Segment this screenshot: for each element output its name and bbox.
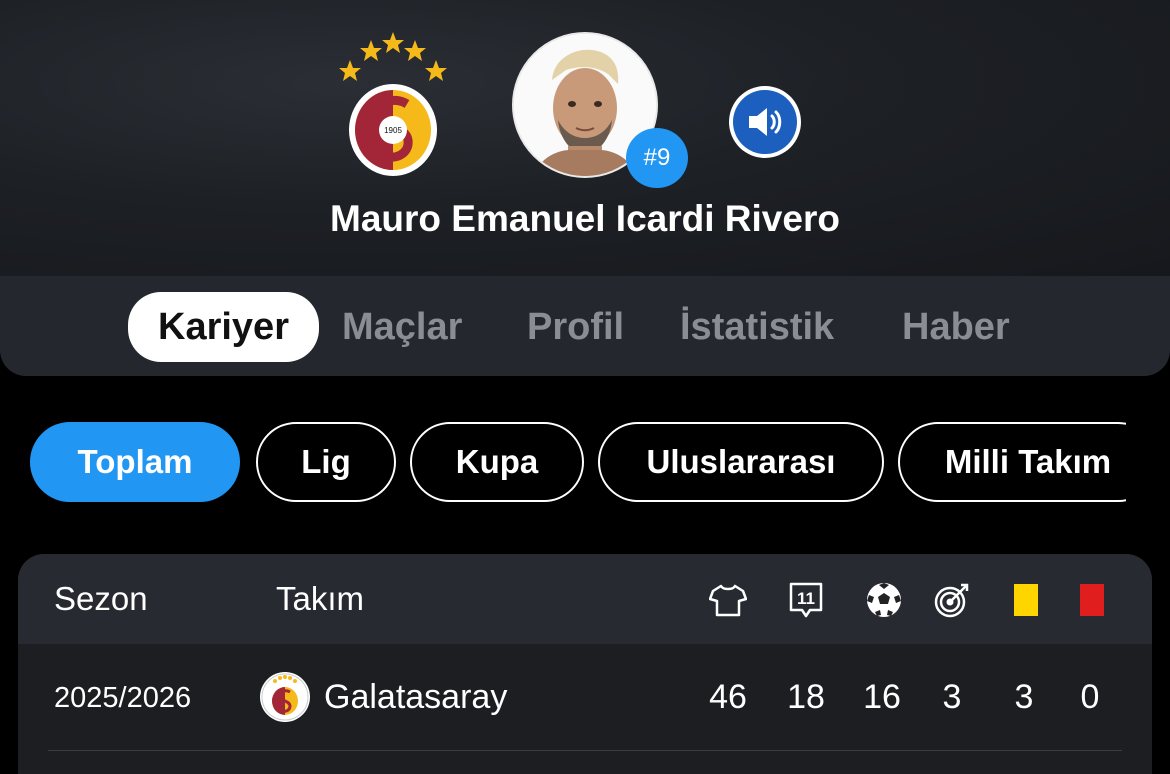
filter-lig[interactable]: Lig: [256, 422, 396, 502]
lineup-11-icon: 11: [786, 580, 826, 620]
filter-milli-takim[interactable]: Milli Takım: [898, 422, 1126, 502]
speaker-icon: [749, 108, 782, 136]
player-header: 1905 #9 Mauro Emanuel Icardi Rivero: [0, 0, 1170, 276]
tab-haber[interactable]: Haber: [902, 294, 1010, 360]
stat-goals: 16: [863, 678, 901, 716]
stat-appearances: 46: [709, 678, 747, 716]
football-icon: [864, 580, 904, 620]
audio-button[interactable]: [729, 86, 801, 158]
galatasaray-logo-icon: [260, 672, 310, 722]
svg-text:11: 11: [797, 589, 815, 608]
career-table: Sezon Takım 11 2025/2026 Galatasaray 46 …: [18, 554, 1152, 774]
stat-yellow-cards: 3: [1014, 678, 1034, 716]
header-season: Sezon: [54, 580, 148, 617]
table-row[interactable]: 2025/2026 Galatasaray 46 18 16 3 3 0: [18, 644, 1152, 750]
player-name: Mauro Emanuel Icardi Rivero: [330, 198, 840, 239]
assist-target-icon: [932, 580, 972, 620]
row-season: 2025/2026: [54, 682, 192, 714]
filter-kupa[interactable]: Kupa: [410, 422, 584, 502]
red-card-icon: [1072, 580, 1112, 620]
row-divider: [48, 750, 1122, 751]
filter-uluslararasi[interactable]: Uluslararası: [598, 422, 884, 502]
tab-profil[interactable]: Profil: [527, 294, 624, 360]
header-team: Takım: [276, 580, 365, 617]
table-header: Sezon Takım 11: [18, 554, 1152, 644]
tab-maclar[interactable]: Maçlar: [342, 294, 462, 360]
yellow-card-icon: [1006, 580, 1046, 620]
stat-starts: 18: [787, 678, 825, 716]
stat-red-cards: 0: [1080, 678, 1100, 716]
tab-istatistik[interactable]: İstatistik: [680, 294, 834, 360]
filter-toplam[interactable]: Toplam: [30, 422, 240, 502]
row-team[interactable]: Galatasaray: [324, 678, 507, 717]
shirt-icon: [708, 580, 748, 620]
player-tabs: Kariyer Maçlar Profil İstatistik Haber: [0, 276, 1170, 376]
competition-filter: Toplam Lig Kupa Uluslararası Milli Takım: [30, 422, 1126, 506]
tab-kariyer[interactable]: Kariyer: [128, 292, 319, 362]
stat-assists: 3: [942, 678, 962, 716]
jersey-number-badge: #9: [626, 128, 688, 188]
galatasaray-logo-icon[interactable]: 1905: [334, 30, 452, 180]
svg-text:1905: 1905: [384, 126, 402, 135]
